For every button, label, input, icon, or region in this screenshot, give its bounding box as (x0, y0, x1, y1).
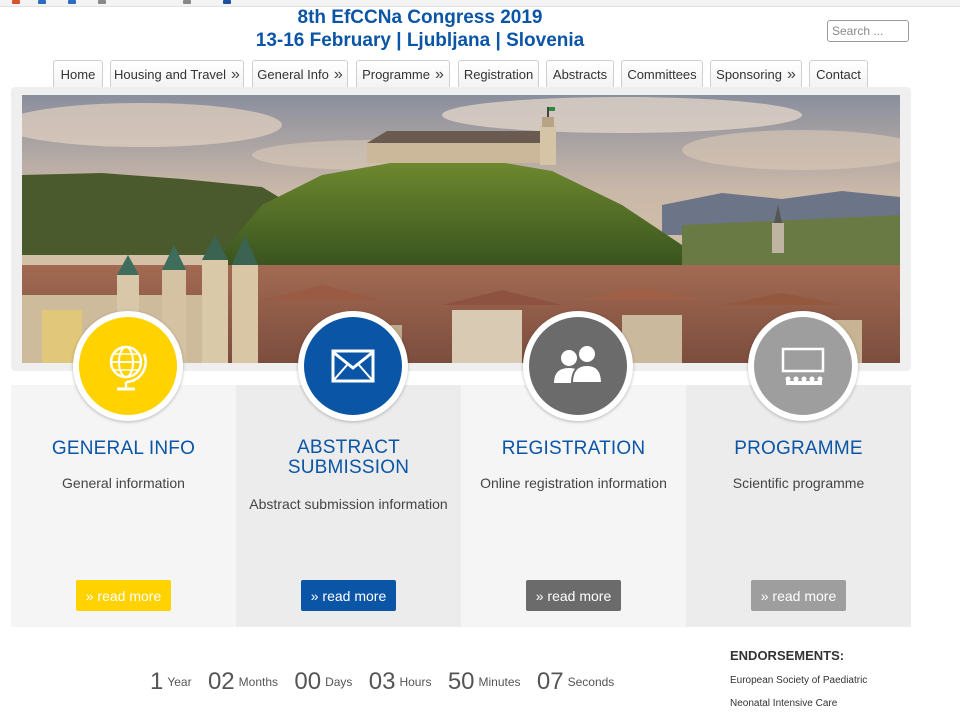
card-abstract-submission: ABSTRACT SUBMISSION Abstract submission … (236, 385, 461, 627)
countdown-value: 02 (207, 668, 235, 695)
countdown-unit: Months (238, 675, 279, 689)
card-description: Abstract submission information (249, 496, 448, 512)
card-title: PROGRAMME (734, 438, 863, 459)
nav-item-label: Housing and Travel (114, 66, 227, 82)
countdown-months: 02 Months (208, 668, 278, 696)
nav-item-abstracts[interactable]: Abstracts (546, 60, 614, 87)
nav-item-label: Abstracts (552, 66, 608, 82)
countdown-minutes: 50 Minutes (448, 668, 521, 696)
congress-title: 8th EfCCNa Congress 2019 13-16 February … (200, 6, 640, 52)
nav-item-label: Committees (627, 66, 697, 82)
card-registration: REGISTRATION Online registration informa… (461, 385, 686, 627)
read-more-button-abstract-submission[interactable]: » read more (301, 580, 396, 611)
countdown-value: 1 (150, 668, 164, 695)
submenu-chevron-icon: » (333, 66, 343, 83)
countdown-unit: Seconds (567, 675, 615, 689)
submenu-chevron-icon: » (786, 66, 796, 83)
countdown-value: 50 (447, 668, 475, 695)
main-navigation: Home Housing and Travel » General Info »… (0, 60, 960, 88)
card-description: Scientific programme (732, 475, 865, 491)
submenu-chevron-icon: » (435, 66, 444, 83)
general-info-circle[interactable] (73, 311, 183, 421)
read-more-button-programme[interactable]: » read more (751, 580, 846, 611)
nav-item-label: Home (60, 66, 96, 82)
submenu-chevron-icon: » (231, 66, 240, 83)
countdown-unit: Days (325, 675, 353, 689)
card-title: ABSTRACT SUBMISSION (287, 437, 410, 478)
nav-item-home[interactable]: Home (53, 60, 103, 87)
registration-circle[interactable] (523, 311, 633, 421)
abstract-submission-circle[interactable] (298, 311, 408, 421)
countdown-hours: 03 Hours (369, 668, 432, 696)
users-icon (554, 344, 604, 384)
nav-item-housing-and-travel[interactable]: Housing and Travel » (110, 60, 244, 87)
card-title: GENERAL INFO (51, 438, 196, 459)
countdown-timer: 1 Year 02 Months 00 Days 03 Hours 50 Minutes … (150, 668, 627, 708)
countdown-unit: Minutes (478, 675, 521, 689)
nav-item-label: Sponsoring (716, 66, 782, 82)
countdown-unit: Hours (399, 675, 432, 689)
nav-item-label: Programme (362, 66, 430, 82)
presentation-icon (781, 347, 825, 385)
congress-title-line1: 8th EfCCNa Congress 2019 (297, 7, 543, 28)
card-title: REGISTRATION (501, 438, 646, 459)
feature-cards: GENERAL INFO General information » read … (11, 385, 911, 627)
programme-circle[interactable] (748, 311, 858, 421)
nav-item-programme[interactable]: Programme » (356, 60, 450, 87)
nav-item-label: Registration (463, 66, 534, 82)
card-description: Online registration information (480, 475, 667, 491)
read-more-button-registration[interactable]: » read more (526, 580, 621, 611)
endorsement-link[interactable]: European Society of Paediatric (730, 675, 867, 686)
congress-title-line2: 13-16 February | Ljubljana | Slovenia (255, 30, 585, 51)
nav-item-label: Contact (816, 66, 861, 82)
endorsements-heading: ENDORSEMENTS: (730, 648, 845, 663)
nav-item-sponsoring[interactable]: Sponsoring » (710, 60, 802, 87)
nav-item-committees[interactable]: Committees (621, 60, 703, 87)
nav-item-registration[interactable]: Registration (458, 60, 539, 87)
endorsement-link[interactable]: Neonatal Intensive Care (730, 698, 837, 709)
toolbar-icons (8, 0, 238, 4)
countdown-seconds: 07 Seconds (537, 668, 614, 696)
globe-icon (109, 345, 147, 391)
countdown-value: 03 (368, 668, 396, 695)
card-programme: PROGRAMME Scientific programme » read mo… (686, 385, 911, 627)
nav-item-label: General Info (257, 66, 329, 82)
countdown-years: 1 Year (150, 668, 192, 696)
countdown-value: 07 (536, 668, 564, 695)
nav-item-general-info[interactable]: General Info » (252, 60, 348, 87)
countdown-unit: Year (167, 675, 192, 689)
read-more-button-general-info[interactable]: » read more (76, 580, 171, 611)
countdown-value: 00 (294, 668, 322, 695)
search-input[interactable] (827, 20, 909, 42)
nav-item-contact[interactable]: Contact (809, 60, 868, 87)
envelope-icon (331, 349, 375, 383)
countdown-days: 00 Days (294, 668, 352, 696)
card-general-info: GENERAL INFO General information » read … (11, 385, 236, 627)
card-description: General information (62, 475, 185, 491)
